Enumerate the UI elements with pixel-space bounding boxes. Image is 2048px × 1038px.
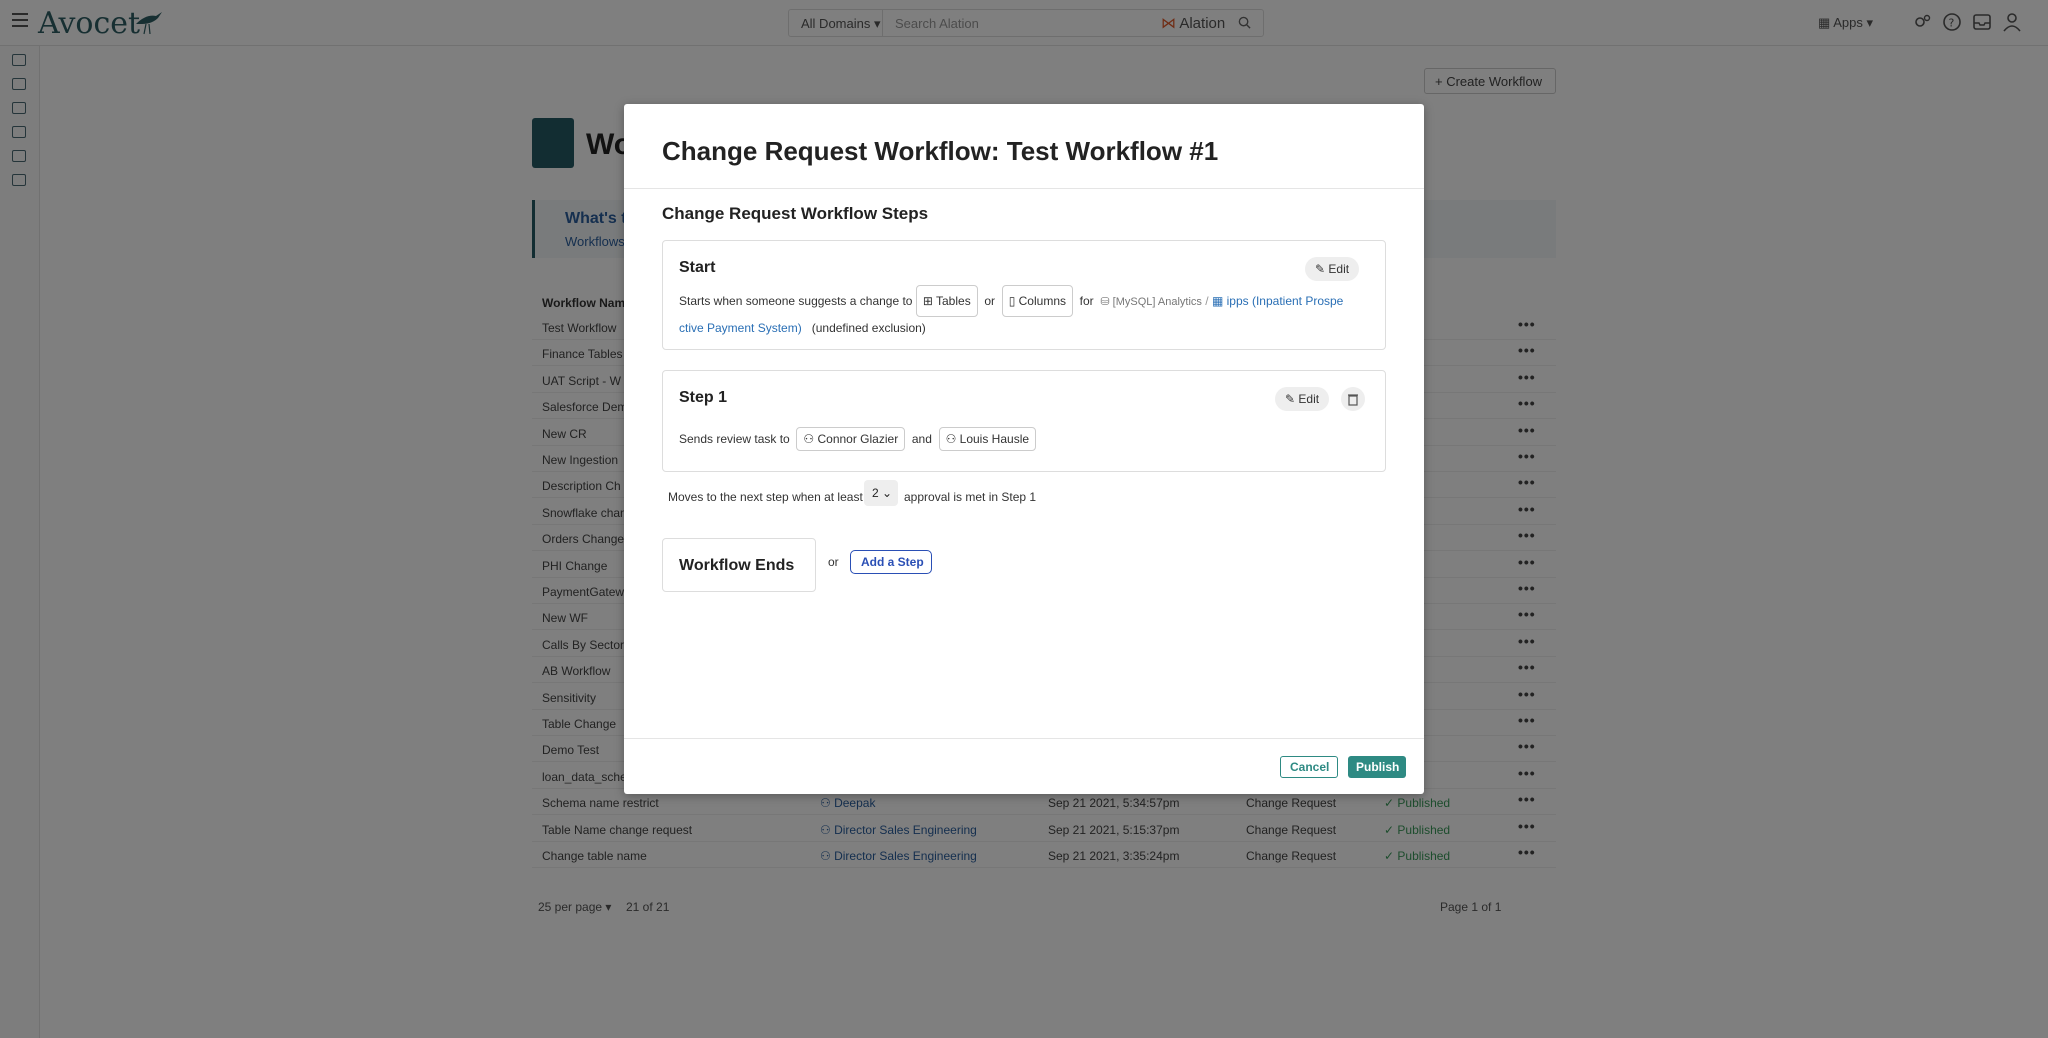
sends-text: Sends review task to xyxy=(679,432,790,446)
trash-icon xyxy=(1348,394,1358,406)
step1-description: Sends review task to ⚇ Connor Glazier an… xyxy=(679,427,1037,451)
ipps-code: ipps xyxy=(1226,294,1249,308)
edit-label: Edit xyxy=(1328,262,1350,276)
start-card: Start ✎ Edit Starts when someone suggest… xyxy=(662,240,1386,350)
workflow-ends-card: Workflow Ends xyxy=(662,538,816,592)
path-separator: / xyxy=(1205,294,1209,308)
columns-label: Columns xyxy=(1018,294,1066,308)
chevron-down-icon: ⌄ xyxy=(882,486,893,500)
start-edit-button[interactable]: ✎ Edit xyxy=(1305,257,1360,281)
divider xyxy=(624,738,1424,739)
step1-edit-button[interactable]: ✎ Edit xyxy=(1275,387,1330,411)
columns-chip[interactable]: ▯ Columns xyxy=(1001,285,1073,317)
cancel-button[interactable]: Cancel xyxy=(1280,756,1338,778)
publish-button[interactable]: Publish xyxy=(1348,756,1406,778)
user-chip-louis[interactable]: ⚇ Louis Hausle xyxy=(938,427,1037,451)
or-text: or xyxy=(828,555,839,569)
source-label[interactable]: ⛁ [MySQL] Analytics xyxy=(1100,296,1202,308)
ipps-name-part2[interactable]: ctive Payment System) xyxy=(679,321,802,335)
divider xyxy=(624,188,1424,189)
and-text: and xyxy=(911,432,932,446)
exclusion-text: (undefined exclusion) xyxy=(811,321,926,335)
starts-text: Starts when someone suggests a change to xyxy=(679,294,913,308)
start-heading: Start xyxy=(679,259,716,276)
ipps-link[interactable]: ▦ ipps (Inpatient Prospe xyxy=(1212,294,1343,308)
modal-title: Change Request Workflow: Test Workflow #… xyxy=(662,136,1219,166)
workflow-ends-label: Workflow Ends xyxy=(679,557,795,574)
moves-after-text: approval is met in Step 1 xyxy=(904,490,1037,504)
steps-heading: Change Request Workflow Steps xyxy=(662,204,929,223)
tables-chip[interactable]: ⊞ Tables xyxy=(915,285,978,317)
user-chip-connor[interactable]: ⚇ Connor Glazier xyxy=(796,427,906,451)
user-name: Connor Glazier xyxy=(817,432,899,446)
source-name: [MySQL] Analytics xyxy=(1112,296,1202,308)
user-name: Louis Hausle xyxy=(959,432,1030,446)
step1-delete-button[interactable] xyxy=(1341,387,1365,411)
step1-card: Step 1 ✎ Edit Sends review task to ⚇ Con… xyxy=(662,370,1386,472)
ipps-name-part1: (Inpatient Prospe xyxy=(1251,294,1344,308)
tables-label: Tables xyxy=(936,294,971,308)
edit-label: Edit xyxy=(1298,392,1320,406)
start-description: Starts when someone suggests a change to… xyxy=(679,285,1379,339)
approval-count-value: 2 xyxy=(872,486,879,500)
for-text: for xyxy=(1079,294,1094,308)
workflow-modal: Change Request Workflow: Test Workflow #… xyxy=(624,104,1424,794)
approval-count-select[interactable]: 2 ⌄ xyxy=(864,480,898,506)
add-step-button[interactable]: Add a Step xyxy=(850,550,932,574)
moves-before-text: Moves to the next step when at least xyxy=(668,490,863,504)
or-text: or xyxy=(984,294,996,308)
step1-heading: Step 1 xyxy=(679,389,728,406)
